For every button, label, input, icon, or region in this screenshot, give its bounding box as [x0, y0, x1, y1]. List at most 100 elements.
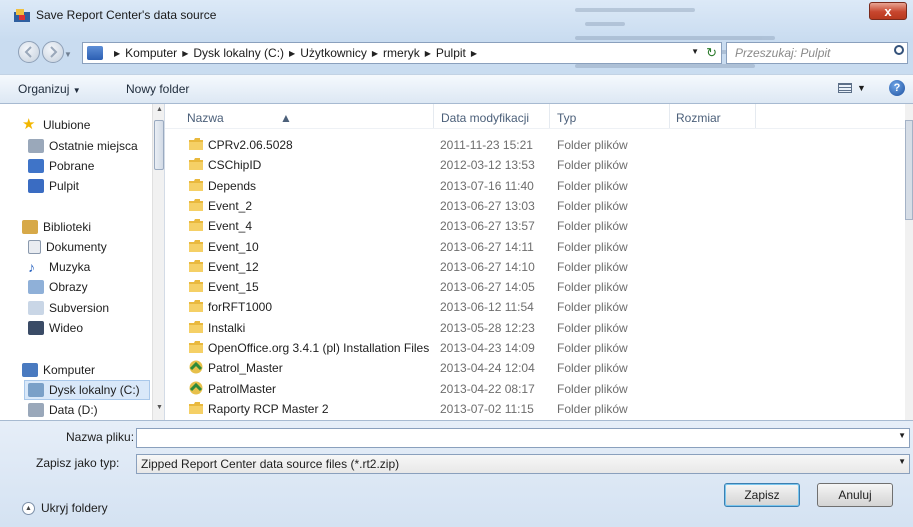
breadcrumb-separator-icon[interactable]: ▶ [289, 49, 295, 58]
shortcut-folder-icon [189, 360, 203, 374]
filetype-select[interactable]: Zipped Report Center data source files (… [136, 454, 910, 474]
sidebar-item[interactable]: Subversion [28, 298, 109, 318]
file-row[interactable]: forRFT1000 2013-06-12 11:54 Folder plików [165, 296, 905, 316]
cancel-button[interactable]: Anuluj [817, 483, 893, 507]
file-row[interactable]: Raporty RCP Master 2 2013-07-02 11:15 Fold… [165, 398, 905, 418]
organize-button[interactable]: Organizuj ▼ [18, 82, 81, 96]
file-row[interactable]: Event_12 2013-06-27 14:10 Folder plików [165, 256, 905, 276]
folder-icon [189, 239, 203, 252]
folder-icon [189, 138, 203, 150]
hide-folders-label: Ukryj foldery [41, 501, 108, 515]
sidebar-item[interactable]: Ostatnie miejsca [28, 136, 138, 156]
scroll-up-icon[interactable]: ▲ [156, 106, 163, 113]
forward-button[interactable] [42, 41, 64, 63]
file-name: Event_12 [208, 259, 259, 274]
sidebar-item[interactable]: Pulpit [28, 176, 79, 196]
sidebar-item[interactable]: Wideo [28, 318, 83, 338]
subversion-icon [28, 301, 44, 315]
star-icon: ★ [22, 116, 36, 133]
recent-pages-dropdown[interactable]: ▼ [64, 50, 72, 59]
breadcrumb-item[interactable]: Dysk lokalny (C:) [193, 46, 284, 60]
folder-icon [189, 158, 203, 171]
chevron-down-icon[interactable]: ▼ [898, 431, 906, 440]
file-row[interactable]: Event_2 2013-06-27 13:03 Folder plików [165, 195, 905, 215]
save-button[interactable]: Zapisz [724, 483, 800, 507]
file-row[interactable]: Instalki 2013-05-28 12:23 Folder plików [165, 317, 905, 337]
breadcrumb-item[interactable]: Użytkownicy [300, 46, 367, 60]
sidebar-item[interactable]: Pobrane [28, 156, 94, 176]
file-type: Folder plików [557, 219, 628, 234]
view-options-icon[interactable] [838, 83, 852, 93]
sidebar-item[interactable]: ♪ Muzyka [28, 257, 90, 277]
sidebar-item[interactable]: Obrazy [28, 277, 88, 297]
scrollbar-thumb[interactable] [905, 120, 913, 220]
column-type[interactable]: Typ [557, 111, 576, 125]
file-row[interactable]: Event_10 2013-06-27 14:11 Folder plików [165, 236, 905, 256]
app-icon [14, 9, 30, 22]
file-date: 2011-11-23 15:21 [440, 138, 533, 152]
sidebar-item[interactable]: Biblioteki [22, 217, 91, 237]
help-icon[interactable]: ? [889, 80, 905, 96]
file-row[interactable]: CPRv2.06.5028 2011-11-23 15:21 Folder plik… [165, 134, 905, 154]
breadcrumb-separator-icon[interactable]: ▶ [372, 49, 378, 58]
file-date: 2013-06-27 13:03 [440, 198, 535, 213]
hide-folders-toggle[interactable]: ▲ Ukryj foldery [22, 501, 108, 515]
sidebar-item-label: Wideo [49, 321, 84, 335]
sidebar-item-label: Ostatnie miejsca [49, 139, 138, 153]
sidebar-item[interactable]: Komputer [22, 360, 95, 380]
address-bar[interactable]: ▶ Komputer ▶ Dysk lokalny (C:) ▶ Użytkow… [82, 42, 722, 64]
breadcrumb-separator-icon[interactable]: ▶ [114, 49, 120, 58]
refresh-icon[interactable]: ↻ [706, 45, 717, 61]
breadcrumb-separator-icon[interactable]: ▶ [182, 49, 188, 58]
column-name[interactable]: Nazwa [187, 111, 224, 125]
file-row[interactable]: Event_4 2013-06-27 13:57 Folder plików [165, 215, 905, 235]
breadcrumb-item[interactable]: Komputer [125, 46, 177, 60]
sidebar-item-label: Dokumenty [46, 240, 107, 254]
file-name: Patrol_Master [208, 361, 283, 376]
scrollbar-thumb[interactable] [154, 120, 164, 170]
column-size[interactable]: Rozmiar [676, 111, 721, 125]
file-name: CSChipID [208, 158, 262, 173]
column-date[interactable]: Data modyfikacji [441, 111, 529, 125]
column-divider[interactable] [669, 104, 670, 128]
sidebar-item[interactable]: ★ Ulubione [22, 115, 90, 135]
folder-icon [189, 320, 203, 333]
search-icon[interactable] [894, 45, 904, 55]
computer-icon [22, 363, 38, 377]
sidebar-item[interactable]: Data (D:) [28, 400, 98, 420]
file-type: Folder plików [557, 341, 628, 355]
file-type: Folder plików [557, 280, 628, 295]
save-dialog: Save Report Center's data source x ▼ ▶ K… [0, 0, 913, 527]
recent-places-icon [28, 139, 44, 153]
filename-field[interactable]: ▼ [136, 428, 910, 448]
breadcrumb-item[interactable]: rmeryk [383, 46, 420, 60]
file-row[interactable]: CSChipID 2012-03-12 13:53 Folder plików [165, 154, 905, 174]
chevron-down-icon[interactable]: ▼ [857, 83, 866, 93]
sidebar-item[interactable]: Dokumenty [28, 237, 107, 257]
column-divider[interactable] [549, 104, 550, 128]
close-button[interactable]: x [869, 2, 907, 20]
file-row[interactable]: Patrol_Master 2013-04-24 12:04 Folder plik… [165, 357, 905, 377]
back-button[interactable] [18, 41, 40, 63]
breadcrumb-separator-icon[interactable]: ▶ [471, 49, 477, 58]
file-date: 2013-06-27 14:05 [440, 280, 535, 295]
breadcrumb-item[interactable]: Pulpit [436, 46, 466, 60]
file-row[interactable]: Event_15 2013-06-27 14:05 Folder plików [165, 276, 905, 296]
file-name: forRFT1000 [208, 300, 273, 315]
address-dropdown-icon[interactable]: ▼ [691, 47, 699, 56]
file-date: 2013-07-02 11:15 [440, 401, 534, 416]
new-folder-button[interactable]: Nowy folder [126, 82, 189, 96]
column-divider[interactable] [433, 104, 434, 128]
sidebar-item-label: Biblioteki [43, 220, 92, 234]
file-row[interactable]: OpenOffice.org 3.4.1 (pl) Installation F… [165, 337, 905, 357]
navigation-scrollbar[interactable]: ▲ ▼ [152, 104, 164, 420]
search-input[interactable]: Przeszukaj: Pulpit [726, 42, 908, 64]
chevron-down-icon[interactable]: ▼ [898, 457, 906, 466]
scroll-down-icon[interactable]: ▼ [156, 404, 163, 411]
file-list-scrollbar[interactable] [905, 104, 913, 420]
column-divider[interactable] [755, 104, 756, 128]
sidebar-item[interactable]: Dysk lokalny (C:) [24, 380, 150, 400]
file-row[interactable]: PatrolMaster 2013-04-22 08:17 Folder plikó… [165, 378, 905, 398]
breadcrumb-separator-icon[interactable]: ▶ [425, 49, 431, 58]
file-row[interactable]: Depends 2013-07-16 11:40 Folder plików [165, 175, 905, 195]
